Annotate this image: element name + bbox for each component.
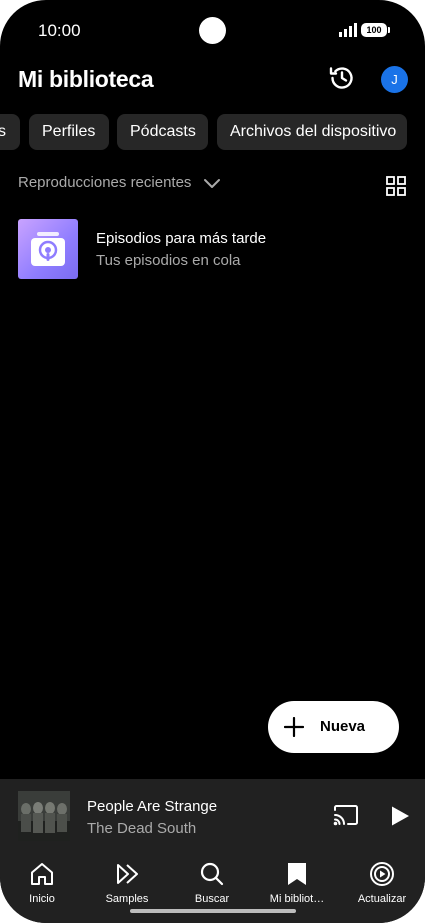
now-playing-title: People Are Strange [87, 798, 218, 815]
samples-icon [117, 864, 138, 884]
nav-label: Samples [105, 893, 149, 905]
podcast-icon [31, 232, 65, 266]
list-item-subtitle: Tus episodios en cola [96, 252, 241, 269]
cast-icon[interactable] [333, 804, 359, 826]
play-icon[interactable] [389, 805, 411, 827]
chip-partial[interactable]: s [0, 114, 20, 150]
sort-label: Reproducciones recientes [18, 174, 192, 191]
history-icon[interactable] [328, 64, 356, 92]
grid-view-icon[interactable] [386, 176, 406, 196]
avatar[interactable]: J [381, 66, 408, 93]
nav-item-biblioteca[interactable]: Mi bibliot… [257, 861, 337, 915]
new-button[interactable]: Nueva [268, 701, 399, 753]
phone-screen: 10:00 100 Mi biblioteca J s Perfiles Pód… [0, 0, 425, 923]
page-title: Mi biblioteca [18, 66, 154, 92]
podcast-queue-thumbnail [18, 219, 78, 279]
chip-perfiles[interactable]: Perfiles [29, 114, 109, 150]
status-time: 10:00 [38, 21, 81, 40]
battery-icon: 100 [361, 23, 390, 37]
sort-dropdown[interactable]: Reproducciones recientes [18, 174, 221, 191]
album-art [18, 791, 70, 841]
camera-cutout [199, 17, 226, 44]
search-icon [200, 862, 224, 886]
nav-label: Inicio [29, 893, 55, 905]
list-item-title: Episodios para más tarde [96, 230, 267, 247]
chip-archivos[interactable]: Archivos del dispositivo [217, 114, 407, 150]
nav-label: Actualizar [357, 893, 407, 905]
chevron-down-icon [204, 178, 221, 188]
home-indicator[interactable] [130, 909, 296, 913]
library-icon [288, 863, 306, 885]
avatar-letter: J [391, 72, 398, 87]
nav-item-buscar[interactable]: Buscar [172, 861, 252, 915]
nav-item-samples[interactable]: Samples [87, 861, 167, 915]
nav-item-inicio[interactable]: Inicio [2, 861, 82, 915]
signal-icon [339, 23, 357, 37]
new-button-label: Nueva [320, 718, 366, 735]
now-playing-artist: The Dead South [87, 820, 197, 837]
filter-chips: s Perfiles Pódcasts Archivos del disposi… [0, 114, 425, 150]
nav-label: Buscar [194, 893, 230, 905]
battery-level: 100 [366, 25, 382, 35]
home-icon [31, 863, 53, 885]
upgrade-icon [370, 862, 394, 886]
status-bar: 10:00 100 [0, 0, 425, 60]
plus-icon [284, 717, 304, 737]
chip-podcasts[interactable]: Pódcasts [117, 114, 208, 150]
nav-label: Mi bibliot… [269, 893, 325, 905]
list-item[interactable]: Episodios para más tarde Tus episodios e… [18, 219, 408, 279]
nav-item-actualizar[interactable]: Actualizar [342, 861, 422, 915]
mini-player[interactable]: People Are Strange The Dead South [0, 779, 425, 851]
